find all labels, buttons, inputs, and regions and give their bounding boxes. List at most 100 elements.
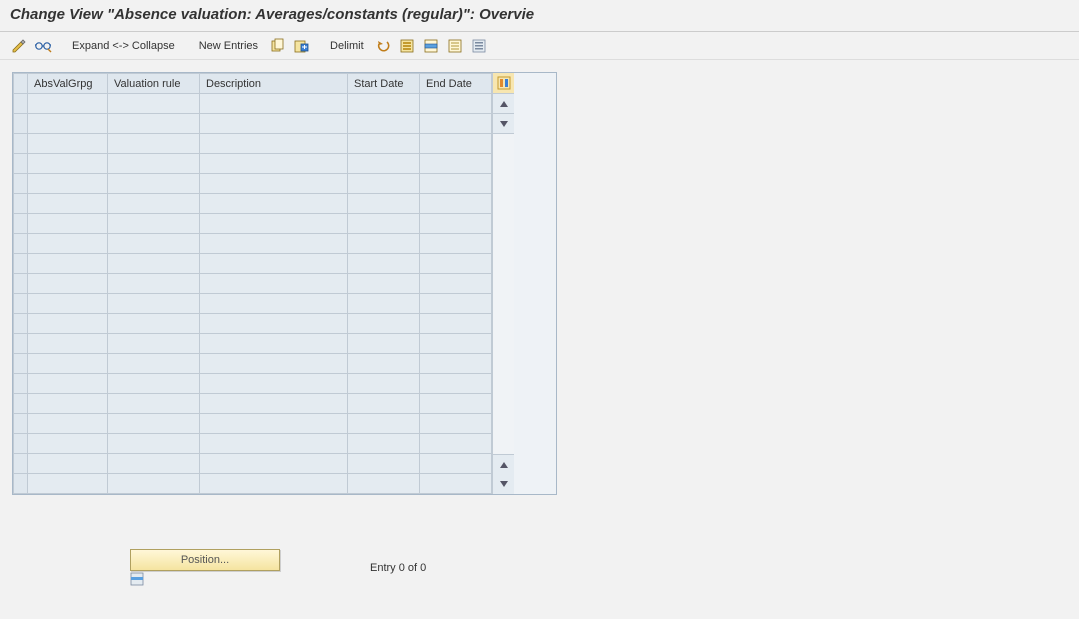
- table-cell[interactable]: [28, 294, 108, 314]
- table-cell[interactable]: [348, 294, 420, 314]
- change-icon[interactable]: [10, 37, 28, 55]
- row-selector[interactable]: [14, 414, 28, 434]
- table-cell[interactable]: [348, 154, 420, 174]
- table-cell[interactable]: [420, 414, 492, 434]
- table-cell[interactable]: [420, 234, 492, 254]
- table-cell[interactable]: [108, 174, 200, 194]
- table-cell[interactable]: [108, 474, 200, 494]
- table-cell[interactable]: [348, 374, 420, 394]
- table-cell[interactable]: [108, 354, 200, 374]
- table-cell[interactable]: [348, 114, 420, 134]
- table-cell[interactable]: [108, 254, 200, 274]
- table-cell[interactable]: [200, 114, 348, 134]
- table-cell[interactable]: [420, 294, 492, 314]
- row-selector[interactable]: [14, 174, 28, 194]
- row-selector[interactable]: [14, 434, 28, 454]
- table-row[interactable]: [14, 174, 492, 194]
- table-cell[interactable]: [108, 114, 200, 134]
- table-cell[interactable]: [28, 314, 108, 334]
- table-cell[interactable]: [420, 354, 492, 374]
- table-cell[interactable]: [420, 454, 492, 474]
- table-cell[interactable]: [420, 374, 492, 394]
- col-header-valuation-rule[interactable]: Valuation rule: [108, 74, 200, 94]
- scrollbar-track[interactable]: [493, 134, 514, 454]
- table-cell[interactable]: [28, 254, 108, 274]
- table-cell[interactable]: [420, 274, 492, 294]
- table-cell[interactable]: [108, 414, 200, 434]
- select-all-icon[interactable]: [398, 37, 416, 55]
- table-cell[interactable]: [28, 474, 108, 494]
- table-cell[interactable]: [200, 374, 348, 394]
- table-row[interactable]: [14, 394, 492, 414]
- table-cell[interactable]: [420, 174, 492, 194]
- table-cell[interactable]: [420, 394, 492, 414]
- table-cell[interactable]: [348, 394, 420, 414]
- table-cell[interactable]: [28, 374, 108, 394]
- row-selector[interactable]: [14, 94, 28, 114]
- table-cell[interactable]: [200, 174, 348, 194]
- table-row[interactable]: [14, 114, 492, 134]
- table-cell[interactable]: [200, 94, 348, 114]
- scroll-up-bottom-icon[interactable]: [493, 454, 514, 474]
- position-button[interactable]: Position...: [130, 549, 280, 571]
- row-selector[interactable]: [14, 454, 28, 474]
- table-row[interactable]: [14, 134, 492, 154]
- table-cell[interactable]: [28, 394, 108, 414]
- table-cell[interactable]: [348, 454, 420, 474]
- col-header-end-date[interactable]: End Date: [420, 74, 492, 94]
- table-cell[interactable]: [28, 94, 108, 114]
- table-row[interactable]: [14, 234, 492, 254]
- table-cell[interactable]: [28, 434, 108, 454]
- table-cell[interactable]: [348, 414, 420, 434]
- table-cell[interactable]: [28, 134, 108, 154]
- table-cell[interactable]: [28, 414, 108, 434]
- table-row[interactable]: [14, 194, 492, 214]
- table-cell[interactable]: [200, 454, 348, 474]
- table-cell[interactable]: [28, 354, 108, 374]
- row-selector[interactable]: [14, 234, 28, 254]
- table-cell[interactable]: [420, 114, 492, 134]
- table-cell[interactable]: [108, 94, 200, 114]
- row-selector[interactable]: [14, 354, 28, 374]
- table-cell[interactable]: [28, 214, 108, 234]
- row-selector[interactable]: [14, 214, 28, 234]
- row-selector[interactable]: [14, 394, 28, 414]
- copy-icon[interactable]: [268, 37, 286, 55]
- table-cell[interactable]: [108, 434, 200, 454]
- table-cell[interactable]: [348, 354, 420, 374]
- table-row[interactable]: [14, 214, 492, 234]
- row-selector[interactable]: [14, 374, 28, 394]
- table-cell[interactable]: [200, 274, 348, 294]
- table-cell[interactable]: [28, 174, 108, 194]
- table-cell[interactable]: [420, 194, 492, 214]
- row-selector[interactable]: [14, 194, 28, 214]
- select-block-icon[interactable]: [422, 37, 440, 55]
- table-row[interactable]: [14, 454, 492, 474]
- table-row[interactable]: [14, 414, 492, 434]
- table-cell[interactable]: [108, 234, 200, 254]
- scroll-down-bottom-icon[interactable]: [493, 474, 514, 494]
- table-row[interactable]: [14, 354, 492, 374]
- table-cell[interactable]: [200, 194, 348, 214]
- table-cell[interactable]: [108, 314, 200, 334]
- new-entries-button[interactable]: New Entries: [195, 40, 262, 52]
- row-selector[interactable]: [14, 134, 28, 154]
- scroll-up-icon[interactable]: [493, 94, 514, 114]
- table-cell[interactable]: [420, 134, 492, 154]
- row-selector[interactable]: [14, 154, 28, 174]
- row-selector[interactable]: [14, 274, 28, 294]
- table-cell[interactable]: [108, 274, 200, 294]
- table-cell[interactable]: [420, 154, 492, 174]
- deselect-all-icon[interactable]: [446, 37, 464, 55]
- table-row[interactable]: [14, 274, 492, 294]
- col-header-description[interactable]: Description: [200, 74, 348, 94]
- row-selector[interactable]: [14, 114, 28, 134]
- table-cell[interactable]: [348, 214, 420, 234]
- table-cell[interactable]: [200, 234, 348, 254]
- table-cell[interactable]: [108, 214, 200, 234]
- scroll-down-icon[interactable]: [493, 114, 514, 134]
- table-cell[interactable]: [200, 134, 348, 154]
- table-cell[interactable]: [348, 234, 420, 254]
- table-cell[interactable]: [108, 334, 200, 354]
- expand-collapse-button[interactable]: Expand <-> Collapse: [68, 40, 179, 52]
